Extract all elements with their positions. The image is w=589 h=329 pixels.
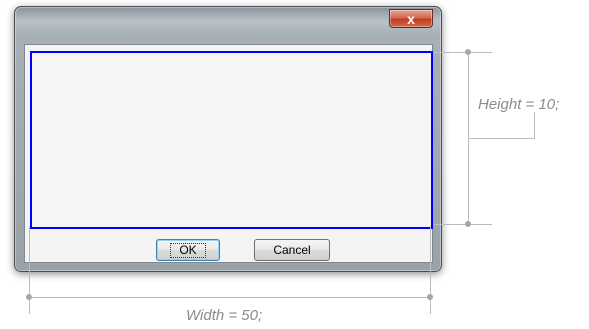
width-left-extension-line [29, 226, 30, 314]
height-bottom-dot [465, 221, 471, 227]
height-leader-vertical [534, 112, 535, 138]
height-bottom-extension-line [434, 224, 492, 225]
client-area [30, 51, 433, 229]
dialog-client: OK Cancel [24, 44, 433, 263]
cancel-button-label: Cancel [273, 243, 311, 257]
height-top-dot [465, 49, 471, 55]
close-icon: x [407, 10, 415, 27]
height-label: Height = 10; [478, 96, 560, 113]
width-right-extension-line [430, 226, 431, 314]
width-label: Width = 50; [186, 307, 263, 324]
close-button[interactable]: x [389, 9, 433, 28]
ok-button[interactable]: OK [156, 239, 220, 261]
ok-button-label: OK [170, 242, 206, 258]
width-left-dot [26, 294, 32, 300]
width-right-dot [427, 294, 433, 300]
width-dimension-line [29, 297, 431, 298]
height-top-extension-line [434, 52, 492, 53]
cancel-button[interactable]: Cancel [254, 239, 330, 261]
dialog-window: x OK Cancel [14, 6, 442, 272]
title-bar[interactable]: x [15, 7, 441, 41]
height-leader-horizontal [468, 138, 535, 139]
